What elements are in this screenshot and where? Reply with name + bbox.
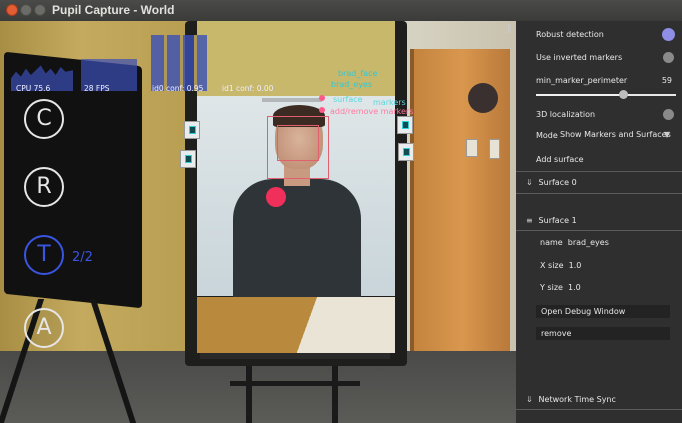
surface-tracker-panel: Robust detection Use inverted markers mi… <box>516 21 682 423</box>
y-size-field-label: Y size <box>540 283 563 292</box>
wall-outlet <box>466 139 478 157</box>
mode-dropdown[interactable]: Show Markers and Surfaces ▼ <box>560 130 676 142</box>
maximize-window-button[interactable] <box>34 4 46 16</box>
divider <box>516 409 682 410</box>
min-marker-perimeter-label: min_marker_perimeter <box>536 76 628 85</box>
network-time-sync-header[interactable]: ⇓ Network Time Sync <box>526 395 616 404</box>
test-button[interactable]: T <box>24 235 64 275</box>
annotation-button[interactable]: A <box>24 308 64 348</box>
collapse-arrow-icon: ⇓ <box>526 395 533 404</box>
y-size-field[interactable]: Y size 1.0 <box>540 283 581 292</box>
x-size-field-label: X size <box>540 261 564 270</box>
window-title: Pupil Capture - World <box>52 3 175 17</box>
edit-markers-toggle[interactable]: markers <box>373 98 406 107</box>
divider <box>516 193 682 194</box>
surface0-title: Surface 0 <box>538 178 577 187</box>
slider-fill <box>536 94 623 96</box>
surface1-header[interactable]: ≡ Surface 1 <box>526 216 577 225</box>
wall-switch <box>489 139 500 159</box>
surface0-header[interactable]: ⇓ Surface 0 <box>526 178 577 187</box>
door-sign <box>468 83 498 113</box>
surface-name-field[interactable]: name brad_eyes <box>540 238 609 247</box>
app-window: Pupil Capture - World brad_face brad_eye… <box>0 0 682 423</box>
slider-knob[interactable] <box>618 90 628 99</box>
monitor-taskbar <box>200 353 390 359</box>
robust-detection-toggle[interactable] <box>662 28 675 41</box>
easel-bar <box>230 381 360 386</box>
robust-detection-label: Robust detection <box>536 30 604 39</box>
surface-edit-handle[interactable] <box>319 107 325 113</box>
person-image-body <box>233 179 361 297</box>
world-camera-view: brad_face brad_eyes surface markers add/… <box>0 21 516 423</box>
divider <box>516 171 682 172</box>
graph-gap <box>164 35 167 91</box>
surface1-title: Surface 1 <box>538 216 577 225</box>
mode-label: Mode <box>536 131 558 140</box>
collapse-arrow-icon: ⇓ <box>526 178 533 187</box>
graph-gap <box>194 35 197 91</box>
monitor-lower-reflection <box>197 297 395 353</box>
calibrate-button[interactable]: C <box>24 99 64 139</box>
surface-count-label: 2/2 <box>72 250 93 265</box>
inverted-markers-label: Use inverted markers <box>536 53 623 62</box>
panel-resize-handle-icon[interactable]: ‖ <box>507 24 513 36</box>
y-size-field-value: 1.0 <box>568 283 581 292</box>
fiducial-marker <box>397 116 413 134</box>
mode-dropdown-value: Show Markers and Surfaces <box>560 130 671 139</box>
gaze-point <box>266 187 286 207</box>
inverted-markers-toggle[interactable] <box>663 52 674 63</box>
cpu-readout: CPU 75.6 <box>16 84 51 93</box>
title-bar: Pupil Capture - World <box>0 0 682 22</box>
network-time-sync-title: Network Time Sync <box>538 395 616 404</box>
open-debug-window-button[interactable]: Open Debug Window <box>536 305 670 318</box>
monitor-screen-caption <box>262 98 322 102</box>
edit-surface-toggle[interactable]: surface <box>333 95 363 104</box>
record-button[interactable]: R <box>24 167 64 207</box>
surface-name-field-label: name <box>540 238 563 247</box>
surface-outline-eyes <box>277 125 319 161</box>
3d-localization-label: 3D localization <box>536 110 596 119</box>
fiducial-marker <box>184 121 200 139</box>
add-remove-markers-toggle[interactable]: add/remove markers <box>330 107 413 116</box>
surface-edit-handle[interactable] <box>319 95 325 101</box>
min-marker-perimeter-value: 59 <box>661 76 672 85</box>
divider <box>516 230 682 231</box>
surface-name-label: brad_eyes <box>331 80 373 89</box>
x-size-field-value: 1.0 <box>568 261 582 270</box>
graph-gap <box>180 35 183 91</box>
surface-name-field-value: brad_eyes <box>567 238 609 247</box>
easel-leg <box>332 366 338 423</box>
confidence-graph <box>151 35 207 91</box>
fps-readout: 28 FPS <box>84 84 110 93</box>
menu-icon: ≡ <box>526 216 533 225</box>
easel-leg <box>246 366 252 423</box>
3d-localization-toggle[interactable] <box>663 109 674 120</box>
surface-name-label: brad_face <box>338 69 378 78</box>
fiducial-marker <box>398 143 414 161</box>
remove-surface-button[interactable]: remove <box>536 327 670 340</box>
add-surface-button[interactable]: Add surface <box>536 155 584 164</box>
x-size-field[interactable]: X size 1.0 <box>540 261 581 270</box>
eye1-confidence-readout: id1 conf: 0.00 <box>222 84 274 93</box>
chevron-down-icon: ▼ <box>663 130 670 139</box>
minimize-window-button[interactable] <box>20 4 32 16</box>
close-window-button[interactable] <box>6 4 18 16</box>
eye0-confidence-readout: id0 conf: 0.95 <box>152 84 204 93</box>
fiducial-marker <box>180 150 196 168</box>
